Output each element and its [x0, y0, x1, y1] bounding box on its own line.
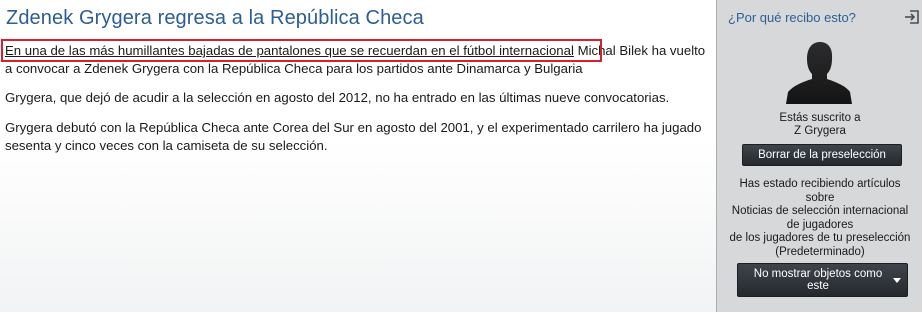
subscribed-label: Estás suscrito a — [779, 112, 861, 124]
receiving-info-line: de jugadores — [786, 218, 854, 231]
why-receive-link[interactable]: ¿Por qué recibo esto? — [728, 10, 856, 25]
exit-icon[interactable] — [904, 9, 920, 25]
receiving-info-line: de los jugadores de tu preselección — [729, 232, 911, 244]
receiving-info-line: (Predeterminado) — [775, 245, 865, 258]
chevron-down-icon — [893, 278, 901, 283]
article-pane: Zdenek Grygera regresa a la República Ch… — [0, 0, 716, 312]
receiving-info-line: sobre — [805, 191, 835, 204]
avatar — [786, 42, 852, 104]
receiving-info-line: Noticias de selección internacional — [731, 205, 909, 217]
sidebar: ¿Por qué recibo esto? Estás suscrito a Z… — [716, 0, 922, 312]
article-paragraph-3: Grygera debutó con la República Checa an… — [5, 120, 702, 153]
article-paragraph-2: Grygera, que dejó de acudir a la selecci… — [5, 90, 670, 105]
receiving-info: Has estado recibiendo artículos sobre No… — [717, 178, 922, 259]
remove-from-shortlist-button[interactable]: Borrar de la preselección — [742, 144, 902, 166]
subscribed-name: Z Grygera — [794, 125, 846, 137]
article-link[interactable]: En una de las más humillantes bajadas de… — [5, 43, 574, 58]
article-paragraph-1: En una de las más humillantes bajadas de… — [5, 42, 709, 78]
receiving-info-line: Has estado recibiendo artículos — [739, 178, 901, 190]
dont-show-label: No mostrar objetos como este — [753, 268, 883, 292]
article-title: Zdenek Grygera regresa a la República Ch… — [6, 7, 424, 29]
dont-show-dropdown-button[interactable]: No mostrar objetos como este — [737, 263, 908, 297]
